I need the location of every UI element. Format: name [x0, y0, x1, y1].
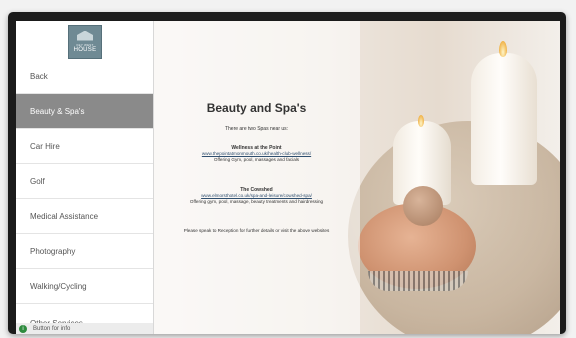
sidebar-item-back[interactable]: Back	[16, 59, 153, 94]
brush-knob	[403, 186, 443, 226]
spa-description: Offering gym, pool, massage, beauty trea…	[189, 199, 324, 204]
candle-flame-icon	[499, 41, 507, 57]
logo-line2: HOUSE	[73, 46, 97, 53]
candle-flame-icon	[418, 115, 424, 127]
sidebar-item-beauty-spas[interactable]: Beauty & Spa's	[16, 94, 153, 129]
info-footer[interactable]: i Button for info	[16, 323, 153, 334]
reception-note-text: Please speak to Reception for further de…	[183, 228, 330, 233]
main-content: Beauty and Spa's There are two Spas near…	[153, 21, 360, 334]
house-logo: KEY WEST HOUSE	[68, 25, 102, 59]
brush-bristles	[368, 271, 468, 291]
spa-entry: The Cowshed www.elmorsthotel.co.uk/spa-a…	[153, 187, 360, 205]
info-footer-label: Button for info	[33, 325, 71, 332]
reception-note: Please speak to Reception for further de…	[153, 228, 360, 234]
intro-text: There are two Spas near us:	[224, 126, 289, 132]
house-icon	[77, 30, 93, 41]
sidebar-nav: Back Beauty & Spa's Car Hire Golf Medica…	[16, 59, 153, 328]
sidebar-item-photography[interactable]: Photography	[16, 234, 153, 269]
sidebar-item-medical-assistance[interactable]: Medical Assistance	[16, 199, 153, 234]
info-icon[interactable]: i	[19, 324, 27, 333]
sidebar-item-golf[interactable]: Golf	[16, 164, 153, 199]
sidebar-item-walking-cycling[interactable]: Walking/Cycling	[16, 269, 153, 304]
page-title: Beauty and Spa's	[206, 101, 307, 115]
spa-entry: Wellness at the Point www.thepointatmonm…	[153, 145, 360, 163]
kiosk-screen: KEY WEST HOUSE Back Beauty & Spa's Car H…	[16, 21, 560, 334]
sidebar: KEY WEST HOUSE Back Beauty & Spa's Car H…	[16, 21, 154, 334]
large-candle	[471, 53, 537, 185]
spa-description: Offering Gym, pool, massages and facials	[213, 157, 300, 162]
sidebar-item-car-hire[interactable]: Car Hire	[16, 129, 153, 164]
